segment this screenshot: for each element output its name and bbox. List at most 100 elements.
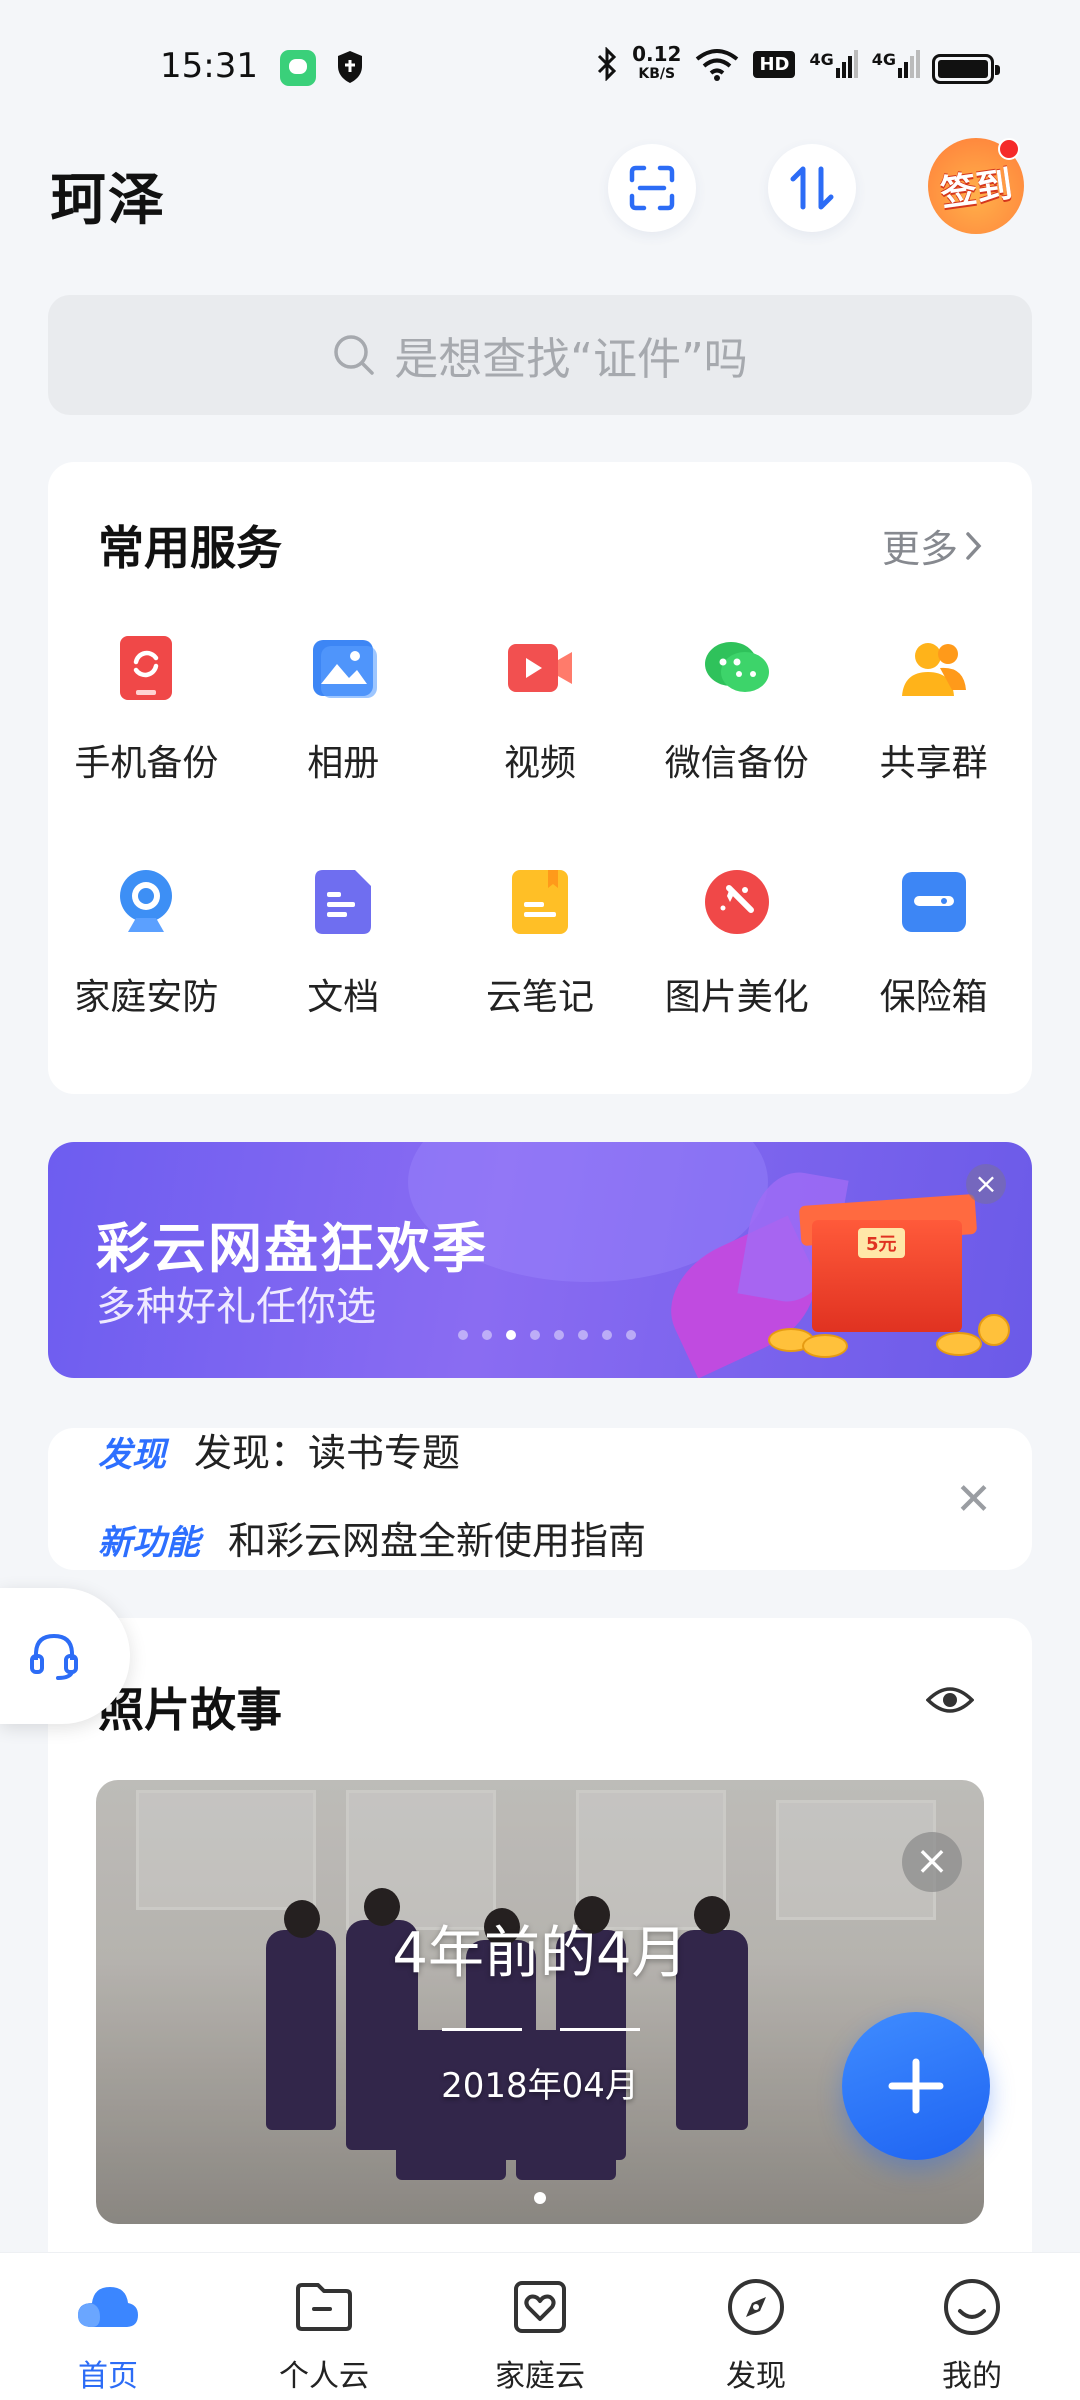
family-heart-icon	[514, 2281, 566, 2333]
bluetooth-icon	[598, 47, 617, 81]
nav-label: 个人云	[279, 2359, 369, 2394]
service-label: 保险箱	[879, 977, 988, 1018]
note-icon	[511, 870, 568, 934]
ticker-close-button[interactable]: ✕	[955, 1474, 992, 1525]
nav-profile[interactable]: 我的	[864, 2253, 1080, 2400]
promo-banner[interactable]: 彩云网盘狂欢季 多种好礼任你选 5元 ×	[48, 1142, 1032, 1378]
ticker-tag: 发现	[98, 1435, 166, 1475]
album-icon	[313, 640, 378, 698]
search-placeholder: 是想查找“证件”吗	[394, 334, 748, 385]
services-grid: 手机备份 相册 视频 微信备份 共享群 家庭安防 文档 云笔记 图片美化 保险箱	[48, 632, 1032, 1020]
cloud-icon	[78, 2287, 138, 2327]
status-bar: 15:31 0.12 KB/S HD 4G 4G	[0, 0, 1080, 130]
speed-unit: KB/S	[638, 66, 676, 82]
pagination-dot	[578, 1330, 588, 1340]
pagination-dot	[482, 1330, 492, 1340]
signal-2: 4G	[872, 50, 920, 78]
service-label: 微信备份	[664, 743, 809, 784]
net-type-1: 4G	[809, 50, 834, 69]
ticker-tag: 新功能	[98, 1523, 200, 1563]
nav-label: 首页	[78, 2359, 138, 2394]
photo-overlay	[96, 1780, 984, 2224]
pagination-dot	[554, 1330, 564, 1340]
banner-title: 彩云网盘狂欢季	[96, 1217, 488, 1280]
service-label: 云笔记	[485, 977, 594, 1018]
service-document[interactable]: 文档	[245, 866, 442, 1020]
folder-icon	[296, 2283, 352, 2331]
coin-icon	[978, 1314, 1010, 1346]
plus-icon	[888, 2058, 944, 2114]
services-card: 常用服务 更多 手机备份 相册 视频 微信备份 共享群 家庭安防 文档 云笔记 …	[48, 462, 1032, 1094]
service-album[interactable]: 相册	[245, 632, 442, 786]
service-home-security[interactable]: 家庭安防	[48, 866, 245, 1020]
scan-icon	[629, 165, 675, 211]
gift-text: 5元	[858, 1228, 905, 1258]
search-input[interactable]: 是想查找“证件”吗	[48, 295, 1032, 415]
service-share-group[interactable]: 共享群	[835, 632, 1032, 786]
notification-dot	[998, 138, 1020, 160]
service-label: 家庭安防	[74, 977, 219, 1018]
shield-icon	[338, 51, 362, 83]
ticker-text: 发现：读书专题	[194, 1431, 461, 1475]
network-speed: 0.12 KB/S	[632, 44, 681, 84]
photo-pagination-dot	[534, 2192, 546, 2204]
compass-icon	[728, 2279, 784, 2335]
nav-discover[interactable]: 发现	[648, 2253, 864, 2400]
service-video[interactable]: 视频	[442, 632, 639, 786]
ticker-text: 和彩云网盘全新使用指南	[228, 1519, 647, 1563]
transfer-button[interactable]	[768, 144, 856, 232]
ticker-row-1: 发现 发现：读书专题	[98, 1428, 460, 1477]
photo-close-button[interactable]: ×	[902, 1832, 962, 1892]
photo-divider	[442, 2028, 522, 2031]
service-phone-backup[interactable]: 手机备份	[48, 632, 245, 786]
scan-button[interactable]	[608, 144, 696, 232]
pagination-dot	[602, 1330, 612, 1340]
add-button[interactable]	[842, 2012, 990, 2160]
nav-label: 家庭云	[495, 2359, 585, 2394]
nav-home[interactable]: 首页	[0, 2253, 216, 2400]
banner-close-button[interactable]: ×	[966, 1164, 1006, 1204]
coin-icon	[802, 1334, 848, 1358]
more-label: 更多	[881, 527, 958, 571]
share-group-icon	[901, 643, 966, 696]
story-photo[interactable]: 4年前的4月 2018年04月 ×	[96, 1780, 984, 2224]
ticker-row-2: 新功能 和彩云网盘全新使用指南	[98, 1510, 646, 1565]
pagination-dot	[626, 1330, 636, 1340]
news-ticker[interactable]: 发现 发现：读书专题 新功能 和彩云网盘全新使用指南 ✕	[48, 1428, 1032, 1570]
service-label: 共享群	[879, 743, 988, 784]
headset-icon	[30, 1633, 78, 1680]
nav-family-cloud[interactable]: 家庭云	[432, 2253, 648, 2400]
customer-support-button[interactable]	[0, 1588, 130, 1724]
search-icon	[334, 335, 374, 375]
photo-story-card: 照片故事 4年前的4月 2018年04月 ×	[48, 1618, 1032, 2258]
pagination-dot	[458, 1330, 468, 1340]
chevron-right-icon	[966, 531, 982, 560]
status-time: 15:31	[160, 46, 258, 86]
eye-icon[interactable]	[926, 1684, 974, 1716]
service-cloud-note[interactable]: 云笔记	[442, 866, 639, 1020]
more-link[interactable]: 更多	[882, 518, 984, 573]
transfer-arrows-icon	[790, 166, 834, 210]
page-title: 珂泽	[50, 168, 166, 233]
document-icon	[315, 870, 372, 934]
pagination-dot-active	[506, 1330, 516, 1340]
service-photo-beautify[interactable]: 图片美化	[638, 866, 835, 1020]
battery-icon	[932, 54, 1000, 84]
nav-personal-cloud[interactable]: 个人云	[216, 2253, 432, 2400]
service-wechat-backup[interactable]: 微信备份	[638, 632, 835, 786]
signal-1: 4G	[809, 50, 858, 78]
service-label: 相册	[307, 743, 380, 784]
bottom-navigation: 首页 个人云 家庭云 发现 我的	[0, 2252, 1080, 2400]
service-safe-box[interactable]: 保险箱	[835, 866, 1032, 1020]
safe-box-icon	[901, 872, 966, 932]
banner-pagination	[458, 1330, 636, 1340]
story-title: 照片故事	[98, 1683, 282, 1737]
service-label: 文档	[307, 977, 380, 1018]
wechat-icon	[704, 642, 769, 692]
smile-icon	[944, 2279, 1000, 2335]
signin-button[interactable]: 签到	[928, 138, 1024, 234]
service-label: 图片美化	[664, 977, 809, 1018]
speed-value: 0.12	[632, 42, 682, 66]
beautify-icon	[704, 870, 769, 934]
photo-divider	[560, 2028, 640, 2031]
